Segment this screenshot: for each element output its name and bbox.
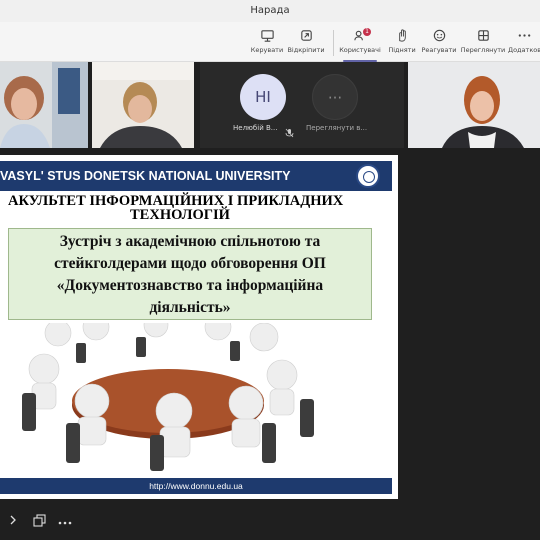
mic-muted-icon bbox=[285, 123, 294, 142]
bottom-control-bar bbox=[0, 508, 540, 540]
meeting-topic-line: Зустріч з академічною спільнотою та bbox=[59, 233, 321, 250]
expand-button[interactable] bbox=[4, 514, 22, 532]
more-icon bbox=[508, 28, 540, 46]
view-more-participants-tile[interactable]: ··· Переглянути в... bbox=[306, 62, 404, 148]
participant-video bbox=[408, 62, 540, 148]
participant-video bbox=[92, 62, 194, 148]
faculty-name-line2: ТЕХНОЛОГІЙ bbox=[130, 207, 230, 223]
toolbar-divider bbox=[333, 30, 334, 56]
slide-university-banner: VASYL' STUS DONETSK NATIONAL UNIVERSITY bbox=[0, 161, 392, 191]
copy-window-icon bbox=[32, 514, 46, 531]
chevron-right-icon bbox=[8, 515, 18, 530]
view-grid-icon bbox=[460, 28, 506, 46]
pop-out-button[interactable] bbox=[30, 514, 48, 532]
participants-button[interactable]: 1 Користувачі bbox=[339, 26, 381, 62]
shared-presentation-slide[interactable]: VASYL' STUS DONETSK NATIONAL UNIVERSITY … bbox=[0, 155, 398, 499]
round-table-meeting-illustration bbox=[22, 323, 314, 471]
more-icon bbox=[58, 515, 72, 530]
share-screen-icon bbox=[250, 28, 284, 46]
raise-hand-button[interactable]: Підняти bbox=[387, 26, 417, 60]
university-name: VASYL' STUS DONETSK NATIONAL UNIVERSITY bbox=[0, 169, 291, 183]
meeting-topic-line: стейкголдерами щодо обговорення ОП bbox=[54, 255, 326, 272]
participant-name: Нелюбій В... bbox=[233, 124, 278, 132]
meeting-toolbar: Керувати Відкріпити 1 Користувачі Піднят… bbox=[0, 22, 540, 62]
view-more-label: Переглянути в... bbox=[306, 124, 368, 132]
university-seal-icon bbox=[356, 164, 380, 188]
share-control-button[interactable]: Керувати bbox=[250, 26, 284, 60]
more-options-button[interactable] bbox=[56, 514, 74, 532]
participants-badge: 1 bbox=[363, 28, 371, 36]
react-smiley-icon bbox=[421, 28, 457, 46]
more-actions-button[interactable]: Додатков bbox=[508, 26, 540, 60]
participant-video-tile[interactable] bbox=[92, 62, 194, 148]
people-icon bbox=[339, 28, 381, 46]
participant-video bbox=[0, 62, 88, 148]
unpin-button[interactable]: Відкріпити bbox=[287, 26, 325, 60]
react-button[interactable]: Реагувати bbox=[421, 26, 457, 60]
window-title: Нарада bbox=[0, 0, 540, 22]
avatar: НІ bbox=[240, 74, 286, 120]
view-button[interactable]: Переглянути bbox=[460, 26, 506, 60]
meeting-stage: НІ Нелюбій В... ··· Переглянути в... VAS… bbox=[0, 62, 540, 508]
participant-video-tile[interactable] bbox=[408, 62, 540, 148]
more-participants-avatar: ··· bbox=[312, 74, 358, 120]
slide-footer: http://www.donnu.edu.ua bbox=[0, 478, 392, 494]
participant-video-tile[interactable] bbox=[0, 62, 88, 148]
meeting-topic-box: Зустріч з академічною спільнотою та стей… bbox=[8, 228, 372, 320]
university-url: http://www.donnu.edu.ua bbox=[149, 481, 243, 491]
raise-hand-icon bbox=[387, 28, 417, 46]
unpin-icon bbox=[287, 28, 325, 46]
meeting-topic-line: діяльність» bbox=[149, 299, 231, 316]
meeting-topic-line: «Документознавство та інформаційна bbox=[56, 277, 324, 294]
